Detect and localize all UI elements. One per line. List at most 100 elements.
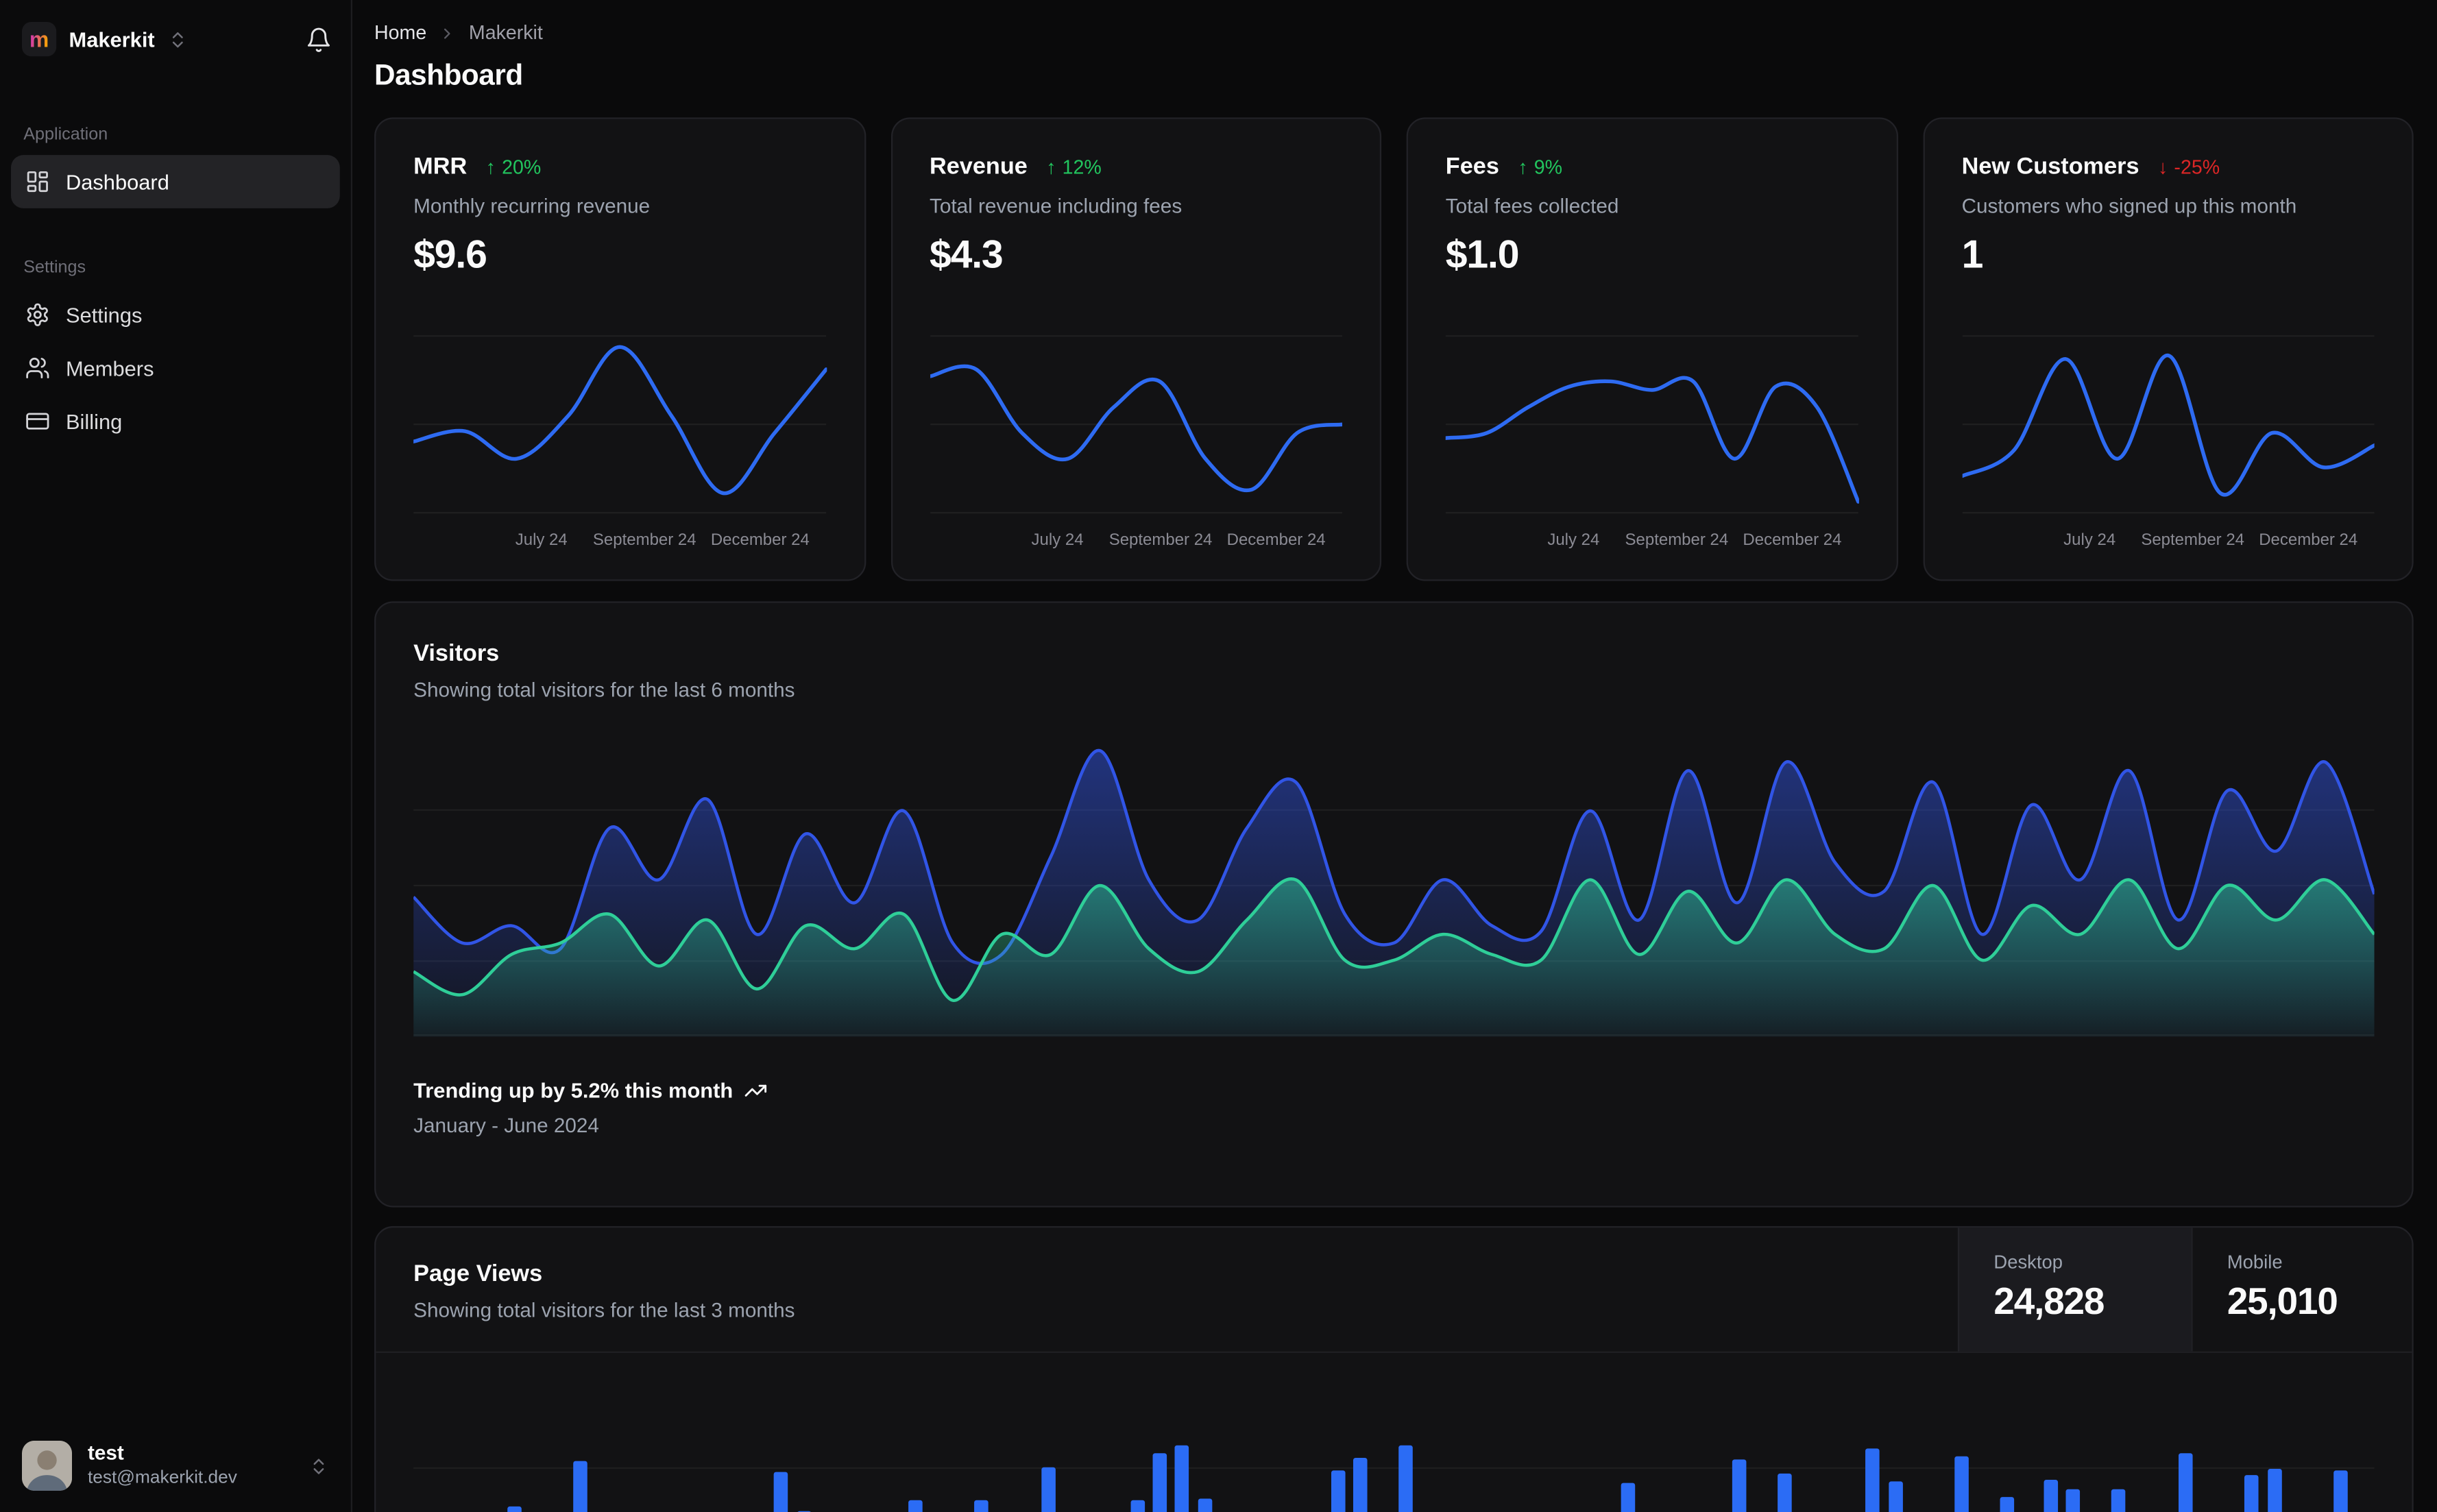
trend-badge-up: ↑ 9% bbox=[1518, 156, 1563, 178]
bar bbox=[1197, 1498, 1212, 1512]
page-views-card: Page Views Showing total visitors for th… bbox=[374, 1226, 2414, 1512]
tab-value: 25,010 bbox=[2227, 1280, 2338, 1324]
bar bbox=[1398, 1445, 1412, 1512]
arrow-up-icon: ↑ bbox=[485, 156, 496, 178]
tab-label: Desktop bbox=[1993, 1251, 2063, 1273]
sidebar-item-billing[interactable]: Billing bbox=[11, 395, 340, 448]
stat-value: $4.3 bbox=[929, 233, 1004, 278]
stat-card-new-customers: New Customers ↓ -25% Customers who signed… bbox=[1922, 117, 2414, 581]
user-email: test@makerkit.dev bbox=[87, 1468, 237, 1487]
user-menu[interactable]: test test@makerkit.dev bbox=[0, 1422, 351, 1512]
breadcrumb-home-link[interactable]: Home bbox=[374, 22, 426, 44]
bar bbox=[1621, 1483, 1635, 1512]
arrow-up-icon: ↑ bbox=[1518, 156, 1528, 178]
trend-badge-up: ↑ 12% bbox=[1046, 156, 1102, 178]
chevrons-up-down-icon bbox=[308, 1456, 329, 1476]
sidebar-item-label: Members bbox=[65, 356, 154, 380]
x-tick: December 24 bbox=[1226, 531, 1326, 550]
x-tick: July 24 bbox=[1031, 531, 1084, 550]
bar bbox=[2111, 1489, 2126, 1512]
sparkline-x-axis: July 24 September 24 December 24 bbox=[930, 531, 1342, 554]
bar bbox=[974, 1500, 989, 1512]
bar bbox=[1152, 1453, 1167, 1512]
visitors-date-range: January - June 2024 bbox=[413, 1113, 599, 1137]
fees-sparkline-chart[interactable] bbox=[1446, 329, 1858, 520]
stat-subtitle: Customers who signed up this month bbox=[1961, 194, 2297, 218]
bar bbox=[2178, 1453, 2192, 1512]
bar bbox=[774, 1472, 788, 1512]
x-tick: December 24 bbox=[710, 531, 810, 550]
chevrons-up-down-icon bbox=[167, 29, 188, 49]
page-views-subtitle: Showing total visitors for the last 3 mo… bbox=[413, 1298, 795, 1322]
bar bbox=[2244, 1475, 2259, 1512]
bar bbox=[507, 1506, 521, 1512]
bar bbox=[1888, 1481, 1902, 1512]
bar bbox=[908, 1500, 922, 1512]
sparkline-x-axis: July 24 September 24 December 24 bbox=[1962, 531, 2375, 554]
page-views-bar-chart[interactable] bbox=[413, 1353, 2375, 1512]
bar bbox=[573, 1461, 588, 1512]
tab-value: 24,828 bbox=[1993, 1280, 2105, 1324]
mrr-sparkline-chart[interactable] bbox=[413, 329, 826, 520]
page-views-header: Page Views Showing total visitors for th… bbox=[376, 1228, 2412, 1353]
sidebar-item-members[interactable]: Members bbox=[11, 341, 340, 395]
bar bbox=[2066, 1489, 2081, 1512]
tab-mobile[interactable]: Mobile 25,010 bbox=[2191, 1228, 2412, 1352]
page-title: Dashboard bbox=[374, 58, 523, 91]
x-tick: September 24 bbox=[1625, 531, 1729, 550]
visitors-area-chart[interactable] bbox=[413, 735, 2375, 1037]
stat-title: MRR bbox=[413, 153, 468, 180]
visitors-subtitle: Showing total visitors for the last 6 mo… bbox=[413, 678, 795, 702]
stat-subtitle: Total fees collected bbox=[1445, 194, 1619, 218]
x-tick: September 24 bbox=[1108, 531, 1213, 550]
tab-label: Mobile bbox=[2227, 1251, 2283, 1273]
revenue-sparkline-chart[interactable] bbox=[930, 329, 1342, 520]
sparkline-x-axis: July 24 September 24 December 24 bbox=[413, 531, 826, 554]
x-tick: December 24 bbox=[1743, 531, 1842, 550]
gear-icon bbox=[25, 302, 51, 328]
customers-sparkline-chart[interactable] bbox=[1962, 329, 2375, 520]
sidebar-item-label: Billing bbox=[65, 409, 123, 433]
logo-letter: m bbox=[29, 26, 49, 52]
stat-card-revenue: Revenue ↑ 12% Total revenue including fee… bbox=[890, 117, 1382, 581]
makerkit-logo: m bbox=[21, 21, 57, 57]
bar bbox=[2333, 1470, 2349, 1512]
stat-value: $1.0 bbox=[1445, 233, 1520, 278]
workspace-name: Makerkit bbox=[69, 27, 155, 51]
visitors-trend-text: Trending up by 5.2% this month bbox=[413, 1079, 733, 1103]
bar bbox=[2267, 1469, 2281, 1512]
trend-badge-down: ↓ -25% bbox=[2158, 156, 2220, 178]
bar bbox=[1954, 1456, 1969, 1512]
x-tick: September 24 bbox=[592, 531, 696, 550]
sidebar-item-settings[interactable]: Settings bbox=[11, 288, 340, 341]
bar bbox=[2044, 1480, 2059, 1512]
bar bbox=[1130, 1500, 1145, 1512]
workspace-selector[interactable]: m Makerkit bbox=[0, 0, 351, 72]
bar bbox=[1041, 1467, 1056, 1512]
gridline bbox=[413, 1467, 2375, 1470]
nav-section-settings: Settings bbox=[23, 258, 86, 278]
stat-card-fees: Fees ↑ 9% Total fees collected $1.0 July … bbox=[1406, 117, 1898, 581]
x-tick: July 24 bbox=[515, 531, 568, 550]
arrow-up-icon: ↑ bbox=[1046, 156, 1056, 178]
sidebar-nav: Application Dashboard Settings Settings … bbox=[0, 72, 351, 448]
stat-value: $9.6 bbox=[413, 233, 487, 278]
sidebar-item-label: Settings bbox=[65, 303, 143, 327]
page-views-title: Page Views bbox=[413, 1260, 543, 1288]
bar bbox=[1865, 1448, 1880, 1512]
layout-dashboard-icon bbox=[25, 169, 51, 195]
x-tick: July 24 bbox=[1547, 531, 1600, 550]
users-icon bbox=[25, 356, 51, 381]
sparkline-x-axis: July 24 September 24 December 24 bbox=[1446, 531, 1858, 554]
x-tick: December 24 bbox=[2259, 531, 2358, 550]
tab-desktop[interactable]: Desktop 24,828 bbox=[1957, 1228, 2192, 1352]
visitors-footer: Trending up by 5.2% this month January -… bbox=[413, 1079, 2374, 1137]
stat-title: New Customers bbox=[1961, 153, 2139, 180]
bell-icon[interactable] bbox=[306, 26, 332, 53]
sidebar-item-dashboard[interactable]: Dashboard bbox=[10, 155, 340, 208]
bar bbox=[1331, 1470, 1346, 1512]
avatar bbox=[21, 1440, 73, 1491]
sidebar: m Makerkit Application Dashboard Setting… bbox=[0, 0, 353, 1512]
stat-title: Revenue bbox=[929, 153, 1028, 180]
nav-section-application: Application bbox=[23, 125, 108, 145]
